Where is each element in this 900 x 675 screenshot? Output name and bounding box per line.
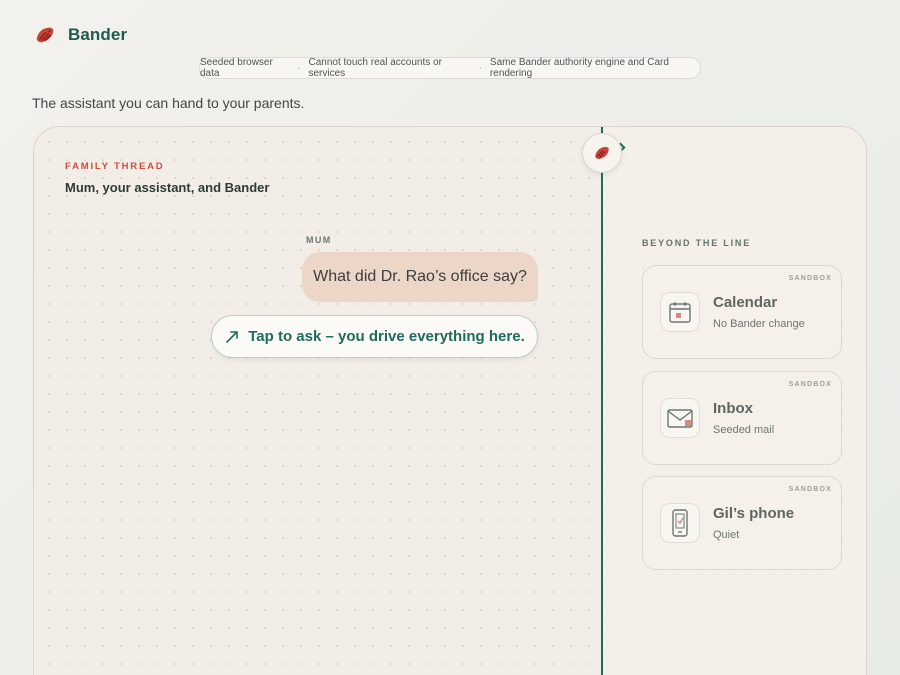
app-header: Bander — [34, 24, 127, 46]
sandbox-tag: SANDBOX — [788, 381, 832, 388]
notice-item: Same Bander authority engine and Card re… — [489, 57, 669, 79]
sandbox-card-calendar[interactable]: SANDBOX Calendar No Bander change — [642, 265, 842, 359]
sandbox-notice: Seeded browser data · Cannot touch real … — [199, 57, 701, 79]
notice-item: Seeded browser data — [200, 57, 273, 79]
sandbox-card-title: Gil’s phone — [713, 505, 795, 522]
sandbox-card-subtitle: Quiet — [713, 529, 740, 541]
phone-icon — [660, 503, 700, 543]
message-bubble: What did Dr. Rao’s office say? — [302, 252, 538, 302]
message-sender: MUM — [306, 235, 332, 245]
divider-line — [601, 127, 603, 675]
app-name: Bander — [68, 25, 128, 44]
demo-card: FAMILY THREAD Mum, your assistant, and B… — [33, 126, 867, 675]
sandbox-card-title: Inbox — [713, 400, 753, 417]
tap-to-ask-button[interactable]: Tap to ask – you drive everything here. — [211, 315, 538, 358]
thread-eyebrow: FAMILY THREAD — [65, 161, 165, 172]
bird-logo-icon — [36, 27, 54, 43]
notice-separator: · — [478, 62, 482, 74]
notice-item: Cannot touch real accounts or services — [308, 57, 442, 79]
mail-icon — [660, 398, 700, 438]
tap-to-ask-label: Tap to ask – you drive everything here. — [248, 328, 525, 345]
sandbox-card-phone[interactable]: SANDBOX Gil’s phone Quiet — [642, 476, 842, 570]
arrow-up-right-icon — [226, 330, 239, 343]
sandbox-tag: SANDBOX — [788, 275, 832, 282]
calendar-icon — [660, 292, 700, 332]
bird-logo-icon — [595, 147, 609, 159]
sandbox-card-title: Calendar — [713, 294, 778, 311]
tagline: The assistant you can hand to your paren… — [32, 95, 305, 111]
thread-title: Mum, your assistant, and Bander — [65, 180, 270, 195]
divider-handle[interactable] — [582, 133, 622, 173]
sandbox-tag: SANDBOX — [788, 486, 832, 493]
sandbox-card-inbox[interactable]: SANDBOX Inbox Seeded mail — [642, 371, 842, 465]
message-text: What did Dr. Rao’s office say? — [313, 268, 527, 285]
sandbox-card-subtitle: No Bander change — [713, 318, 805, 330]
beyond-heading: BEYOND THE LINE — [642, 238, 752, 248]
sandbox-card-subtitle: Seeded mail — [713, 424, 775, 436]
notice-separator: · — [297, 62, 301, 74]
